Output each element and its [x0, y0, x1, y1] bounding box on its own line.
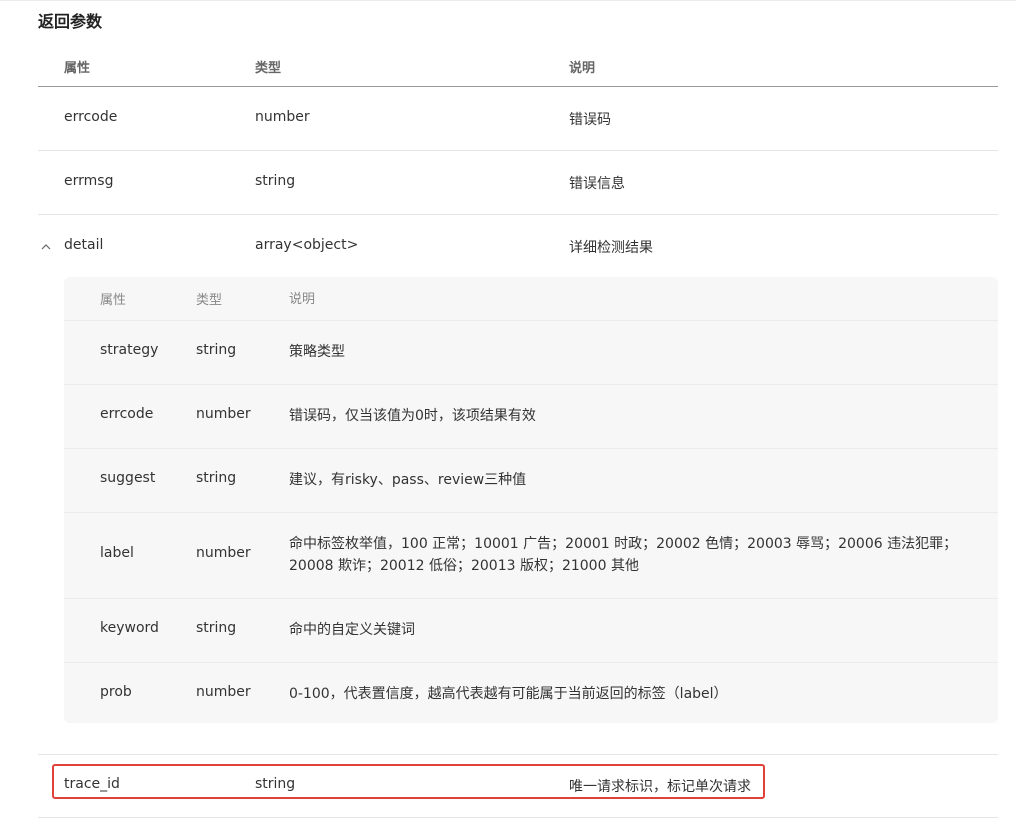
field-type: string — [196, 342, 237, 358]
field-desc: 命中的自定义关键词 — [289, 622, 415, 638]
param-desc: 错误信息 — [569, 176, 625, 192]
field-type: number — [196, 406, 251, 422]
header-type: 类型 — [255, 61, 282, 76]
field-desc: 错误码，仅当该值为0时，该项结果有效 — [289, 408, 536, 424]
header-desc: 说明 — [569, 61, 596, 76]
nested-row-suggest: suggest string 建议，有risky、pass、review三种值 — [64, 449, 998, 513]
nested-row-errcode: errcode number 错误码，仅当该值为0时，该项结果有效 — [64, 385, 998, 449]
highlight-box — [52, 764, 765, 799]
chevron-up-icon[interactable] — [39, 240, 53, 254]
param-name: errcode — [64, 109, 118, 125]
field-name: strategy — [100, 342, 159, 358]
param-desc: 错误码 — [569, 112, 611, 128]
detail-nested-table: 属性 类型 说明 strategy string 策略类型 errcode nu… — [64, 277, 998, 723]
field-desc: 建议，有risky、pass、review三种值 — [289, 472, 527, 488]
top-divider — [0, 0, 1016, 1]
nested-row-prob: prob number 0-100，代表置信度，越高代表越有可能属于当前返回的标… — [64, 663, 998, 723]
field-type: string — [196, 470, 237, 486]
field-desc: 命中标签枚举值，100 正常；10001 广告；20001 时政；20002 色… — [289, 536, 958, 574]
table-row-detail[interactable]: detail array<object> 详细检测结果 — [38, 215, 998, 277]
return-params-table: 属性 类型 说明 errcode number 错误码 errmsg strin… — [38, 44, 998, 818]
param-name: detail — [64, 237, 104, 253]
field-name: errcode — [100, 406, 154, 422]
field-desc: 策略类型 — [289, 344, 345, 360]
table-row-errcode: errcode number 错误码 — [38, 87, 998, 151]
nested-row-label: label number 命中标签枚举值，100 正常；10001 广告；200… — [64, 513, 998, 599]
param-desc: 详细检测结果 — [569, 240, 653, 256]
param-type: number — [255, 109, 310, 125]
section-title: 返回参数 — [38, 12, 103, 31]
nested-header-desc: 说明 — [289, 292, 316, 307]
field-name: label — [100, 545, 134, 561]
table-header: 属性 类型 说明 — [38, 44, 998, 87]
nested-header-type: 类型 — [196, 293, 223, 308]
field-name: suggest — [100, 470, 156, 486]
param-type: string — [255, 173, 296, 189]
header-attr: 属性 — [64, 61, 91, 76]
nested-table-header: 属性 类型 说明 — [64, 277, 998, 321]
param-name: errmsg — [64, 173, 114, 189]
field-desc: 0-100，代表置信度，越高代表越有可能属于当前返回的标签（label） — [289, 686, 728, 702]
nested-row-strategy: strategy string 策略类型 — [64, 321, 998, 385]
param-type: array<object> — [255, 237, 359, 253]
field-type: string — [196, 620, 237, 636]
field-type: number — [196, 545, 251, 561]
detail-expanded-panel: 属性 类型 说明 strategy string 策略类型 errcode nu… — [38, 277, 998, 755]
table-row-errmsg: errmsg string 错误信息 — [38, 151, 998, 215]
nested-header-attr: 属性 — [100, 293, 127, 308]
field-name: prob — [100, 684, 132, 700]
field-type: number — [196, 684, 251, 700]
field-name: keyword — [100, 620, 159, 636]
nested-row-keyword: keyword string 命中的自定义关键词 — [64, 599, 998, 663]
